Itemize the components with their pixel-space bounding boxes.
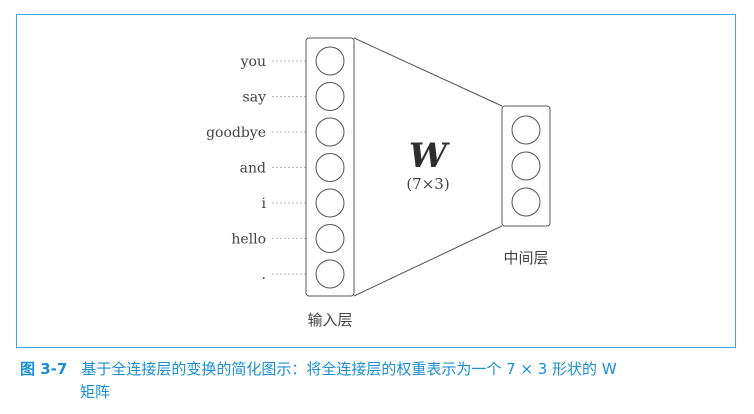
input-word-label: goodbye (206, 125, 266, 141)
input-word-label: say (243, 90, 267, 106)
input-neuron (315, 224, 345, 253)
input-neuron (315, 259, 345, 289)
input-neuron (315, 82, 345, 111)
input-word-label: i (262, 196, 267, 212)
middle-layer-label: 中间层 (503, 249, 548, 267)
weight-symbol: W (409, 136, 450, 176)
input-word-label: . (262, 267, 266, 283)
input-word-labels: you say goodbye and i hello. (206, 54, 266, 283)
input-neuron (315, 153, 345, 182)
caption-line2: 矩阵 (80, 383, 111, 401)
middle-neuron (511, 187, 541, 217)
bottom-connection-line (353, 225, 503, 297)
input-neuron (315, 117, 345, 147)
input-word-label: hello (231, 232, 266, 248)
input-layer-label: 输入层 (307, 311, 352, 329)
top-connection-line (353, 37, 503, 107)
middle-neuron (511, 151, 541, 181)
input-word-label: and (240, 161, 266, 177)
caption-line1: 基于全连接层的变换的简化图示：将全连接层的权重表示为一个 7 × 3 形状的 W (81, 360, 617, 378)
caption-number: 图 3-7 (20, 360, 68, 378)
weight-shape: (7×3) (406, 175, 449, 193)
input-word-label: you (240, 54, 266, 70)
input-neuron (315, 46, 345, 76)
middle-neurons (511, 115, 541, 217)
middle-neuron (511, 115, 541, 145)
network-diagram: you say goodbye and i hello. W (7×3) 输入层 中间层 (206, 37, 551, 329)
input-neuron (315, 188, 345, 218)
figure-caption: 图 3-7 基于全连接层的变换的简化图示：将全连接层的权重表示为一个 7 × 3 … (20, 358, 740, 404)
